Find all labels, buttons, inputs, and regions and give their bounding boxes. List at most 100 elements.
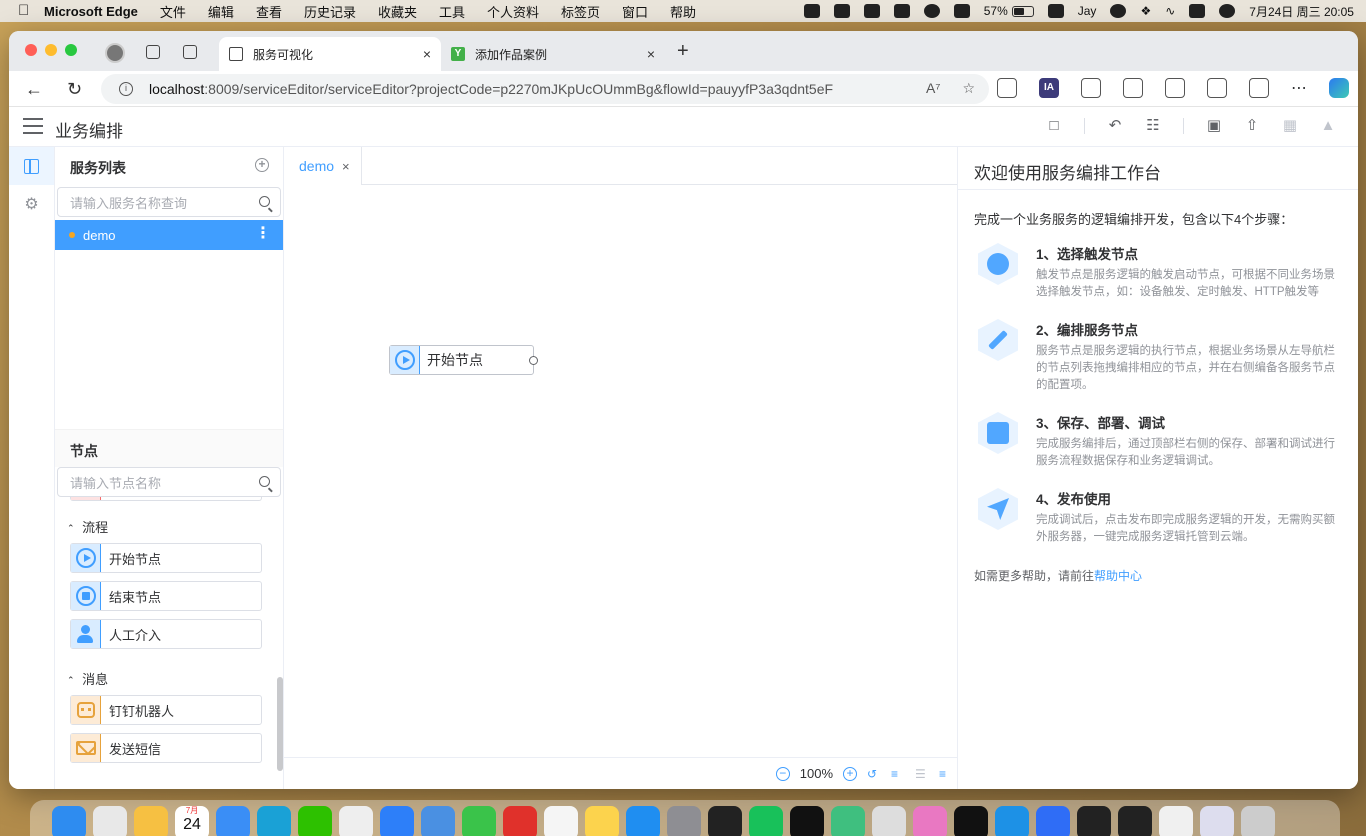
node-card-sms[interactable]: 发送短信 — [70, 733, 262, 763]
menu-app-name[interactable]: Microsoft Edge — [44, 4, 138, 19]
menu-toggle-icon[interactable] — [23, 118, 43, 134]
node-group-header[interactable]: ⌃ 流程 — [67, 517, 108, 536]
document-icon[interactable] — [1159, 806, 1193, 836]
status-app-icon[interactable] — [863, 4, 880, 18]
android-studio-icon[interactable] — [831, 806, 865, 836]
node-list-scrollbar[interactable] — [277, 677, 283, 771]
menu-help[interactable]: 帮助 — [670, 2, 696, 21]
favorites-icon[interactable] — [1165, 78, 1185, 98]
site-info-icon[interactable]: i — [119, 82, 133, 96]
menu-edit[interactable]: 编辑 — [208, 2, 234, 21]
service-list-item[interactable]: demo ⋮ — [55, 220, 283, 250]
bluetooth-icon[interactable]: ❖ — [1140, 4, 1151, 18]
user-name[interactable]: Jay — [1078, 4, 1097, 18]
menu-view[interactable]: 查看 — [256, 2, 282, 21]
back-arrow-icon[interactable]: ← — [25, 79, 43, 99]
intellij-icon[interactable] — [954, 806, 988, 836]
node-card-manual[interactable]: 人工介入 — [70, 619, 262, 649]
undo-icon[interactable]: ↶ — [1107, 118, 1123, 134]
wifi-icon[interactable]: ∿ — [1165, 4, 1175, 18]
edge-icon[interactable] — [257, 806, 291, 836]
reminders-icon[interactable] — [544, 806, 578, 836]
apple-icon[interactable]:  — [18, 3, 32, 19]
notes-icon[interactable] — [585, 806, 619, 836]
safari-icon[interactable] — [216, 806, 250, 836]
read-aloud-icon[interactable]: A⁷ — [926, 80, 940, 97]
activity-monitor-icon[interactable] — [708, 806, 742, 836]
menu-tabs[interactable]: 标签页 — [561, 2, 600, 21]
output-port[interactable] — [529, 356, 538, 365]
zoom-in-icon[interactable]: + — [843, 766, 857, 781]
node-card-dingtalk[interactable]: 钉钉机器人 — [70, 695, 262, 725]
photos-icon[interactable] — [134, 806, 168, 836]
align-left-icon[interactable]: ≡ — [891, 768, 905, 780]
menu-tools[interactable]: 工具 — [439, 2, 465, 21]
menu-profile[interactable]: 个人资料 — [487, 2, 539, 21]
box-icon[interactable] — [1047, 4, 1064, 18]
qq-icon[interactable] — [339, 806, 373, 836]
netease-music-icon[interactable] — [503, 806, 537, 836]
facetime-icon[interactable] — [462, 806, 496, 836]
publish-rocket-icon[interactable]: ▲ — [1320, 118, 1336, 134]
search-icon[interactable] — [259, 196, 270, 207]
launchpad-icon[interactable] — [93, 806, 127, 836]
save-icon[interactable]: ▣ — [1206, 118, 1222, 134]
puzzle-icon[interactable] — [1081, 78, 1101, 98]
feishu-icon[interactable] — [380, 806, 414, 836]
system-settings-icon[interactable] — [667, 806, 701, 836]
browser-essentials-icon[interactable] — [1249, 78, 1269, 98]
rail-settings-button[interactable]: ⚙ — [9, 185, 54, 223]
more-icon[interactable]: ⋯ — [1291, 78, 1307, 98]
node-group-header[interactable]: ⌃ 消息 — [67, 669, 108, 688]
wechat-icon[interactable] — [1110, 4, 1127, 18]
deploy-upload-icon[interactable]: ⇧ — [1244, 118, 1260, 134]
zoom-out-icon[interactable]: − — [775, 766, 790, 781]
control-center-icon[interactable] — [1189, 4, 1206, 18]
ia-extension-icon[interactable]: IA — [1039, 78, 1059, 98]
app-store-icon[interactable] — [626, 806, 660, 836]
reset-view-icon[interactable]: ↺ — [867, 768, 881, 780]
battery-indicator[interactable]: 57% — [984, 4, 1034, 18]
node-card-start[interactable]: 开始节点 — [70, 543, 262, 573]
address-bar[interactable]: i localhost :8009/serviceEditor/serviceE… — [101, 74, 989, 104]
docker-icon[interactable] — [803, 4, 820, 18]
format-layout-icon[interactable]: ≡ — [939, 768, 953, 780]
monitor-icon[interactable]: □ — [1046, 118, 1062, 134]
flow-node-start[interactable]: 开始节点 — [389, 345, 538, 375]
wechat-icon[interactable] — [298, 806, 332, 836]
node-card-end[interactable]: 结束节点 — [70, 581, 262, 611]
node-search-input[interactable]: 请输入节点名称 — [57, 467, 281, 497]
favorite-star-icon[interactable]: ☆ — [962, 80, 975, 97]
mail-icon[interactable] — [421, 806, 455, 836]
menu-favorites[interactable]: 收藏夹 — [378, 2, 417, 21]
layout-tree-icon[interactable]: ☷ — [1145, 118, 1161, 134]
window-preview-icon[interactable] — [1200, 806, 1234, 836]
node-card-partial[interactable] — [70, 497, 262, 501]
help-center-link[interactable]: 帮助中心 — [1094, 569, 1142, 583]
status-app-icon[interactable] — [893, 4, 910, 18]
menu-window[interactable]: 窗口 — [622, 2, 648, 21]
add-service-icon[interactable]: + — [255, 158, 269, 172]
rail-services-button[interactable] — [9, 147, 54, 185]
copilot-icon[interactable] — [1329, 78, 1349, 98]
status-app-icon[interactable] — [923, 4, 940, 18]
menu-history[interactable]: 历史记录 — [304, 2, 356, 21]
split-screen-icon[interactable] — [1123, 78, 1143, 98]
maximize-window-button[interactable] — [65, 44, 77, 56]
browser-tab-active[interactable]: 服务可视化 × — [219, 37, 441, 71]
distribute-icon[interactable]: ☰ — [915, 768, 929, 780]
calendar-icon[interactable]: 7月 24 — [175, 806, 209, 836]
menu-file[interactable]: 文件 — [160, 2, 186, 21]
workspaces-icon[interactable] — [146, 45, 160, 59]
app-icon[interactable] — [913, 806, 947, 836]
browser-tab[interactable]: Y 添加作品案例 × — [441, 37, 665, 71]
close-tab-icon[interactable]: × — [647, 46, 655, 62]
close-window-button[interactable] — [25, 44, 37, 56]
close-tab-icon[interactable]: × — [423, 46, 431, 62]
close-icon[interactable]: × — [342, 159, 350, 174]
docker-icon[interactable] — [995, 806, 1029, 836]
terminal-icon[interactable] — [790, 806, 824, 836]
search-icon[interactable] — [259, 476, 270, 487]
input-method-icon[interactable] — [953, 4, 970, 18]
more-vertical-icon[interactable]: ⋮ — [255, 226, 271, 242]
